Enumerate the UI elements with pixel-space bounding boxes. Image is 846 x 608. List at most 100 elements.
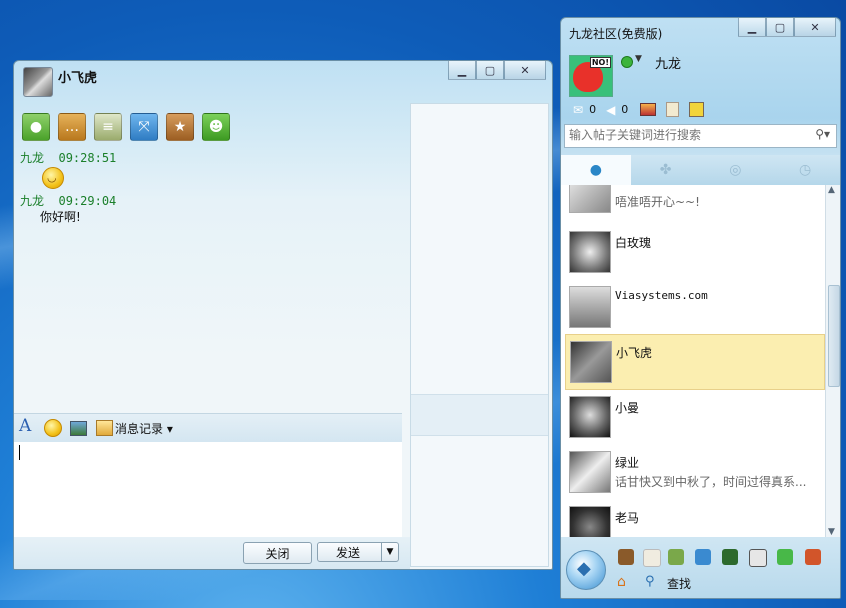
clock-list-icon: ◷ [799, 162, 812, 178]
tab-community[interactable]: ◎ [701, 155, 771, 185]
contact-avatar [569, 396, 611, 438]
quick-toolbar: ✉ 0 ◀ 0 [573, 102, 705, 117]
font-icon[interactable]: A [19, 416, 31, 436]
chat-window-controls: ▁ ▢ ✕ [448, 61, 546, 80]
message-time: 09:29:04 [58, 194, 117, 208]
app-calendar-icon[interactable] [643, 549, 661, 567]
message-sender: 九龙 [20, 151, 45, 165]
scroll-thumb[interactable] [828, 285, 840, 387]
minimize-button[interactable]: ▁ [738, 18, 766, 37]
message-header: 九龙 09:29:04 [20, 192, 116, 209]
app-shop-icon[interactable] [618, 549, 634, 565]
send-options-chevron-icon[interactable]: ▼ [381, 543, 398, 561]
bottom-dock: ⌂ ⚲ 查找 [561, 538, 840, 598]
send-label: 发送 [336, 545, 361, 560]
clover-icon: ✤ [659, 162, 672, 178]
contact-avatar [569, 286, 611, 328]
close-window-button[interactable]: ✕ [504, 61, 546, 80]
favorite-star-icon[interactable]: ★ [166, 113, 194, 141]
contact-name: 绿业 [615, 456, 640, 470]
contact-name: 老马 [615, 511, 640, 525]
contact-avatar [570, 341, 612, 383]
message-input[interactable] [14, 442, 402, 537]
contact-name: 白玫瑰 [615, 236, 652, 250]
app-basket-icon[interactable] [668, 549, 684, 565]
notes-icon[interactable] [666, 102, 680, 117]
tab-groups[interactable]: ✤ [631, 155, 701, 185]
pin-icon: ◎ [729, 162, 742, 178]
user-nickname: 九龙 [655, 57, 682, 72]
main-tabs: ● ✤ ◎ ◷ [561, 155, 840, 185]
mail-count: 0 [589, 103, 597, 116]
find-button[interactable]: 查找 [667, 575, 691, 592]
close-window-button[interactable]: ✕ [794, 18, 836, 37]
find-search-icon[interactable]: ⚲ [645, 574, 655, 589]
minimize-button[interactable]: ▁ [448, 61, 476, 80]
chat-bubble-icon: ● [589, 162, 602, 178]
share-icon[interactable]: ⤧ [130, 113, 158, 141]
tab-contacts[interactable]: ● [561, 155, 631, 185]
contact-avatar [569, 231, 611, 273]
app-z-icon[interactable] [695, 549, 711, 565]
speaker-icon[interactable]: ◀ [606, 103, 615, 117]
search-input[interactable] [565, 125, 809, 145]
contact-status: 话甘快又到中秋了，时间过得真系... [615, 475, 807, 489]
photo-icon[interactable] [640, 103, 657, 116]
scroll-up-icon[interactable]: ▲ [828, 185, 835, 195]
close-button[interactable]: 关闭 [243, 542, 312, 564]
smiley-emoticon-icon [42, 167, 64, 189]
app-shield-icon[interactable] [722, 549, 738, 565]
message-history: 九龙 09:28:51 九龙 09:29:04 你好啊! [14, 145, 402, 413]
contact-name: Viasystems.com [615, 289, 708, 302]
list-item[interactable]: Viasystems.com [565, 280, 823, 334]
home-icon[interactable]: ⌂ [617, 574, 626, 590]
online-status-icon[interactable] [621, 56, 633, 68]
list-item[interactable]: 老马 [565, 500, 823, 537]
sound-count: 0 [621, 103, 629, 116]
history-button[interactable]: 消息记录 ▾ [115, 420, 173, 437]
emoticon-icon[interactable] [44, 419, 62, 437]
main-menu-orb-icon[interactable] [566, 550, 606, 590]
app-bag-icon[interactable] [805, 549, 821, 565]
mail-icon[interactable]: ✉ [573, 103, 583, 117]
scroll-down-icon[interactable]: ▼ [828, 527, 835, 537]
history-icon[interactable] [96, 420, 113, 436]
message-time: 09:28:51 [58, 151, 117, 165]
main-window: 九龙社区(免费版) ▁ ▢ ✕ NO! ▼ 九龙 ✉ 0 ◀ 0 ⚲▾ ● ✤ … [560, 17, 841, 599]
image-icon[interactable] [70, 421, 87, 436]
contact-name: 小曼 [615, 401, 640, 415]
list-item[interactable]: 白玫瑰 [565, 225, 823, 279]
format-toolbar: A 消息记录 ▾ [14, 413, 402, 442]
list-item[interactable]: 小飞虎 [565, 334, 825, 390]
apps-icon[interactable] [689, 102, 705, 117]
contact-status: 唔准唔开心~~! [615, 195, 700, 209]
document-icon[interactable]: ≡ [94, 113, 122, 141]
voice-chat-icon[interactable]: ● [22, 113, 50, 141]
message-bubble-icon[interactable]: … [58, 113, 86, 141]
app-chat-icon[interactable] [777, 549, 793, 565]
status-chevron-down-icon[interactable]: ▼ [635, 54, 642, 64]
list-item[interactable]: 小曼 [565, 390, 823, 444]
contact-scrollbar[interactable]: ▲ ▼ [825, 185, 840, 537]
send-button[interactable]: 发送 ▼ [317, 542, 399, 562]
contact-avatar [569, 185, 611, 213]
app-clock-icon[interactable] [749, 549, 767, 567]
list-item[interactable]: 唔准唔开心~~! [565, 185, 823, 219]
close-label: 关闭 [265, 546, 290, 561]
message-text: 你好啊! [40, 210, 81, 224]
contact-list: 唔准唔开心~~! 白玫瑰 Viasystems.com 小飞虎 小曼 绿业 话甘… [561, 185, 825, 537]
history-label: 消息记录 [115, 422, 164, 436]
avatar-tag: NO! [589, 57, 611, 68]
list-item[interactable]: 绿业 话甘快又到中秋了，时间过得真系... [565, 445, 823, 499]
chat-footer: 关闭 发送 ▼ [14, 537, 410, 569]
message-header: 九龙 09:28:51 [20, 149, 116, 166]
chat-avatar[interactable] [23, 67, 53, 97]
maximize-button[interactable]: ▢ [766, 18, 794, 37]
user-avatar[interactable]: NO! [569, 55, 613, 97]
tab-recent[interactable]: ◷ [770, 155, 840, 185]
maximize-button[interactable]: ▢ [476, 61, 504, 80]
search-icon[interactable]: ⚲▾ [815, 127, 830, 141]
user-profile-icon[interactable]: ☻ [202, 113, 230, 141]
main-window-controls: ▁ ▢ ✕ [738, 18, 836, 37]
search-box: ⚲▾ [564, 124, 837, 148]
